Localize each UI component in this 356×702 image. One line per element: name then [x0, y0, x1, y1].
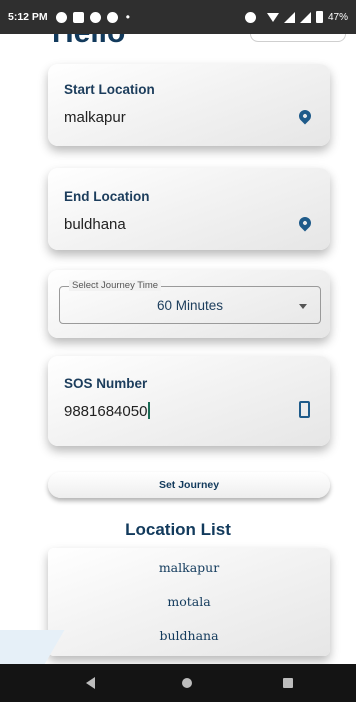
more-notifications-icon: •	[125, 10, 130, 24]
location-list-title: Location List	[125, 520, 231, 539]
list-item[interactable]: malkapur	[48, 560, 330, 575]
battery-icon	[315, 11, 323, 23]
end-location-card[interactable]: End Location buldhana	[48, 168, 330, 250]
signal-icon-2	[299, 11, 311, 23]
location-pin-icon[interactable]	[296, 107, 314, 125]
journey-time-card: Select Journey Time 60 Minutes	[48, 270, 330, 338]
end-location-input[interactable]: buldhana	[64, 216, 126, 233]
chat-icon-2	[106, 11, 118, 23]
location-list: malkapur motala buldhana	[48, 548, 330, 656]
back-icon[interactable]	[86, 677, 95, 689]
message-icon	[72, 11, 84, 23]
status-right: 47%	[244, 11, 348, 23]
status-time: 5:12 PM	[8, 11, 48, 23]
sos-number-value: 9881684050	[64, 403, 148, 420]
sos-number-input[interactable]: 9881684050	[64, 402, 150, 420]
list-item[interactable]: motala	[48, 594, 330, 609]
text-cursor	[148, 402, 150, 419]
sos-number-card[interactable]: SOS Number 9881684050	[48, 356, 330, 446]
notification-icon	[55, 11, 67, 23]
end-location-label: End Location	[64, 189, 150, 204]
journey-time-select[interactable]: Select Journey Time 60 Minutes	[59, 280, 321, 324]
start-location-card[interactable]: Start Location malkapur	[48, 64, 330, 146]
sos-number-label: SOS Number	[64, 376, 148, 391]
wifi-icon	[266, 12, 279, 22]
chevron-down-icon[interactable]	[299, 304, 307, 309]
home-icon[interactable]	[182, 678, 192, 688]
list-item[interactable]: buldhana	[48, 628, 330, 643]
journey-time-legend: Select Journey Time	[69, 280, 162, 291]
status-bar: 5:12 PM • 47%	[0, 0, 356, 34]
start-location-label: Start Location	[64, 82, 155, 97]
battery-percent: 47%	[327, 11, 348, 23]
recent-apps-icon[interactable]	[283, 678, 293, 688]
signal-icon	[283, 11, 295, 23]
set-journey-button[interactable]: Set Journey	[48, 472, 330, 498]
journey-time-value: 60 Minutes	[156, 298, 224, 313]
phone-icon[interactable]	[299, 401, 310, 418]
start-location-input[interactable]: malkapur	[64, 109, 126, 126]
location-pin-icon[interactable]	[296, 214, 314, 232]
alarm-icon	[244, 11, 256, 23]
navigation-bar	[0, 664, 356, 702]
chat-icon	[89, 11, 101, 23]
